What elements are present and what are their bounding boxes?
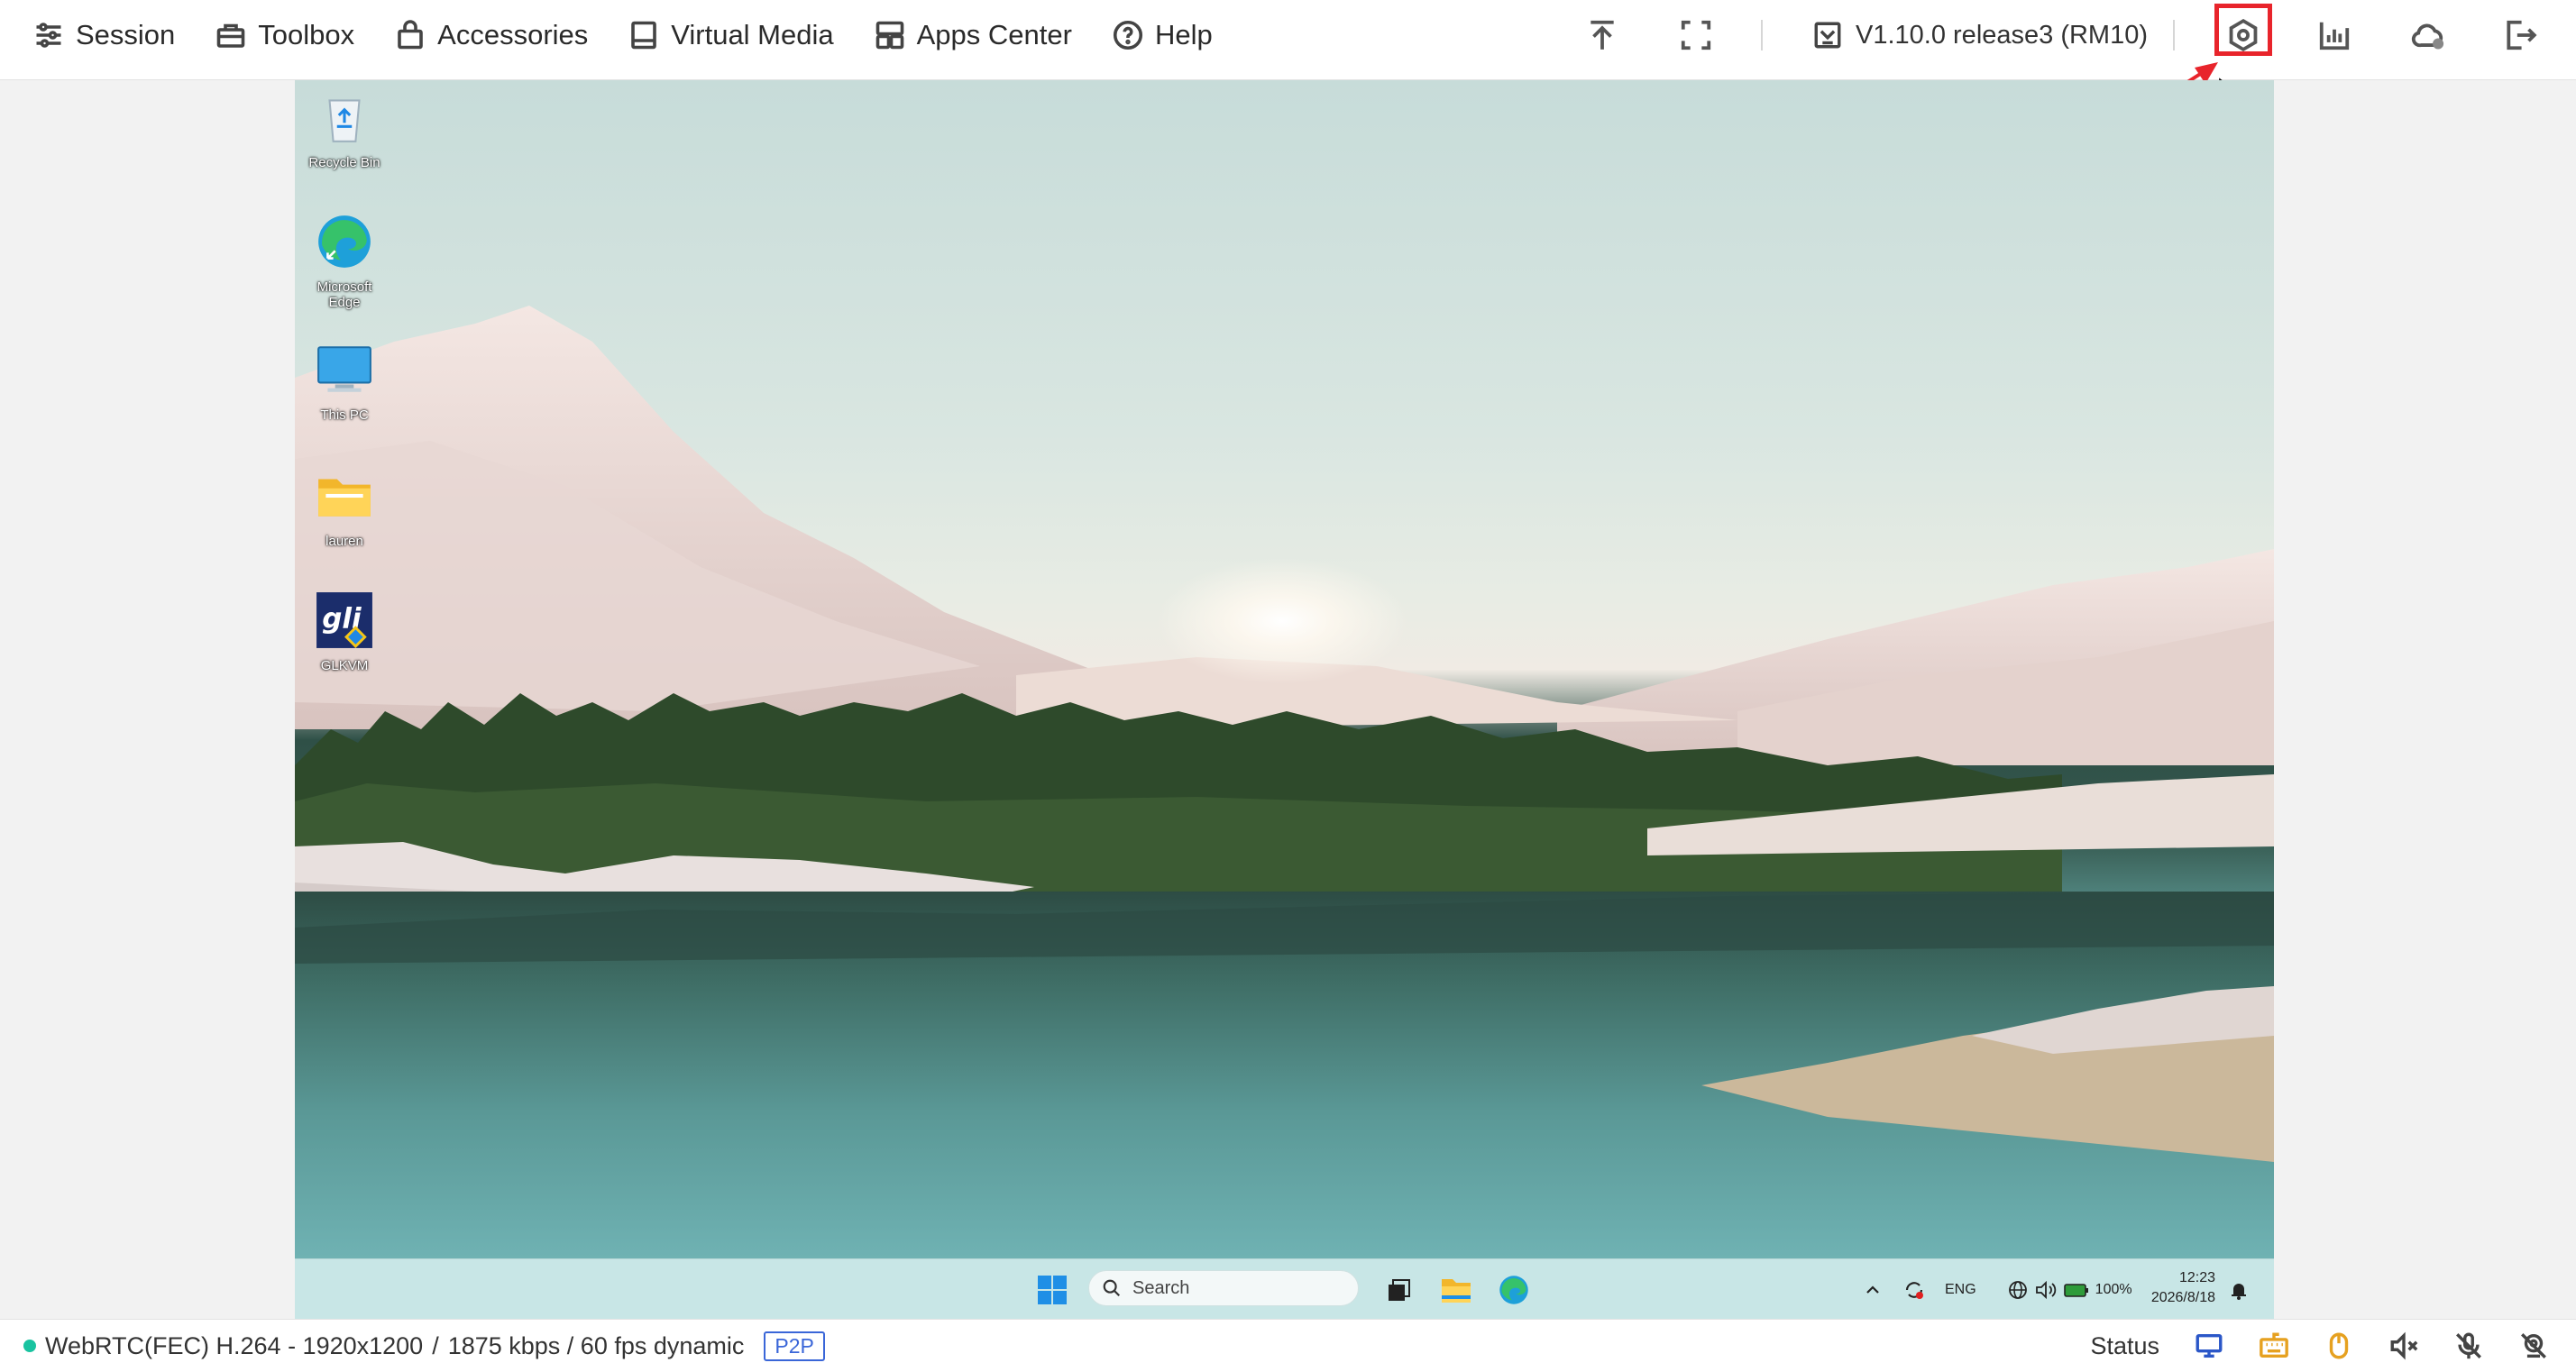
desktop-icon-glkvm[interactable]: gli GLKVM	[304, 590, 385, 673]
glkvm-logo-icon: gli	[316, 592, 372, 648]
edge-taskbar-icon[interactable]	[1498, 1274, 1530, 1306]
settings-highlight-box	[2214, 4, 2272, 56]
taskbar-clock[interactable]: 12:23 2026/8/18	[2134, 1268, 2215, 1308]
sync-icon[interactable]	[1902, 1277, 1927, 1303]
speaker-muted-icon[interactable]	[2388, 1331, 2419, 1361]
monitor-icon	[317, 346, 371, 392]
language-indicator[interactable]: ENG	[1945, 1282, 1976, 1298]
desktop-icon-this-pc-label: This PC	[320, 407, 369, 423]
desktop-icon-recycle-bin[interactable]: Recycle Bin	[304, 87, 385, 170]
version-label: V1.10.0 release3 (RM10)	[1856, 20, 2148, 50]
mouse-status-icon[interactable]	[2324, 1331, 2354, 1361]
toolbar-divider	[1761, 20, 1763, 50]
monitor-status-icon[interactable]	[2194, 1331, 2224, 1361]
taskbar-search-input[interactable]: Search	[1088, 1270, 1359, 1306]
desktop-icon-user-folder-label: lauren	[325, 534, 363, 549]
task-view-icon[interactable]	[1386, 1277, 1413, 1304]
stream-codec-info: WebRTC(FEC) H.264 - 1920x1200	[45, 1331, 424, 1359]
connection-status-dot	[23, 1340, 36, 1352]
p2p-badge: P2P	[764, 1331, 825, 1361]
cloud-button[interactable]	[2409, 16, 2447, 54]
clock-date: 2026/8/18	[2150, 1290, 2215, 1305]
file-explorer-icon[interactable]	[1440, 1274, 1472, 1304]
fullscreen-button[interactable]	[1677, 16, 1715, 54]
desktop-icon-microsoft-edge[interactable]: Microsoft Edge	[304, 212, 385, 310]
desktop-icon-user-folder[interactable]: lauren	[304, 466, 385, 549]
microphone-off-icon[interactable]	[2453, 1331, 2484, 1361]
bar-chart-icon	[2319, 22, 2350, 50]
desktop-icon-microsoft-edge-label: Microsoft Edge	[316, 279, 372, 310]
upload-button[interactable]	[1583, 16, 1621, 54]
download-box-icon	[1814, 22, 1841, 49]
desktop-icon-glkvm-label: GLKVM	[320, 658, 369, 673]
arrow-up-to-line-icon	[1591, 20, 1614, 50]
system-tray: ENG 100%	[1864, 1259, 2132, 1320]
taskbar-search-placeholder: Search	[1132, 1277, 1190, 1298]
remote-desktop-view[interactable]: Recycle Bin Microsoft Edge This PC laure…	[295, 80, 2274, 1258]
battery-percent: 100%	[2095, 1281, 2132, 1297]
folder-icon	[318, 479, 371, 517]
logout-button[interactable]	[2501, 16, 2539, 54]
remote-taskbar: Search ENG 100% 12:23 2026/8/18	[295, 1258, 2274, 1320]
volume-icon[interactable]	[2034, 1279, 2058, 1301]
toolbar-divider	[2173, 20, 2175, 50]
stream-separator: /	[432, 1331, 439, 1359]
keyboard-status-icon[interactable]	[2259, 1331, 2289, 1361]
clock-time: 12:23	[2178, 1270, 2215, 1285]
bottom-status-bar: WebRTC(FEC) H.264 - 1920x1200 / 1875 kbp…	[0, 1319, 2576, 1372]
chevron-up-icon[interactable]	[1864, 1281, 1882, 1299]
battery-icon[interactable]	[2063, 1280, 2090, 1300]
logout-icon	[2507, 20, 2537, 50]
desktop-icon-this-pc[interactable]: This PC	[304, 340, 385, 423]
camera-off-icon[interactable]	[2518, 1331, 2549, 1361]
notification-bell-icon[interactable]	[2228, 1279, 2250, 1301]
wallpaper-landscape	[295, 306, 2274, 1258]
globe-icon[interactable]	[2007, 1279, 2029, 1301]
desktop-icon-recycle-bin-label: Recycle Bin	[308, 155, 380, 170]
statistics-button[interactable]	[2315, 16, 2353, 54]
stream-bitrate-info: 1875 kbps / 60 fps dynamic	[447, 1331, 745, 1359]
cloud-icon	[2411, 23, 2444, 50]
status-controls: Status	[2090, 1320, 2549, 1372]
fullscreen-icon	[1681, 20, 1711, 50]
edge-icon	[318, 215, 371, 268]
status-label[interactable]: Status	[2090, 1332, 2159, 1360]
windows-start-icon[interactable]	[1038, 1276, 1067, 1304]
stream-info: WebRTC(FEC) H.264 - 1920x1200 / 1875 kbp…	[23, 1320, 825, 1372]
recycle-bin-icon	[328, 99, 361, 142]
search-icon	[1103, 1279, 1121, 1297]
